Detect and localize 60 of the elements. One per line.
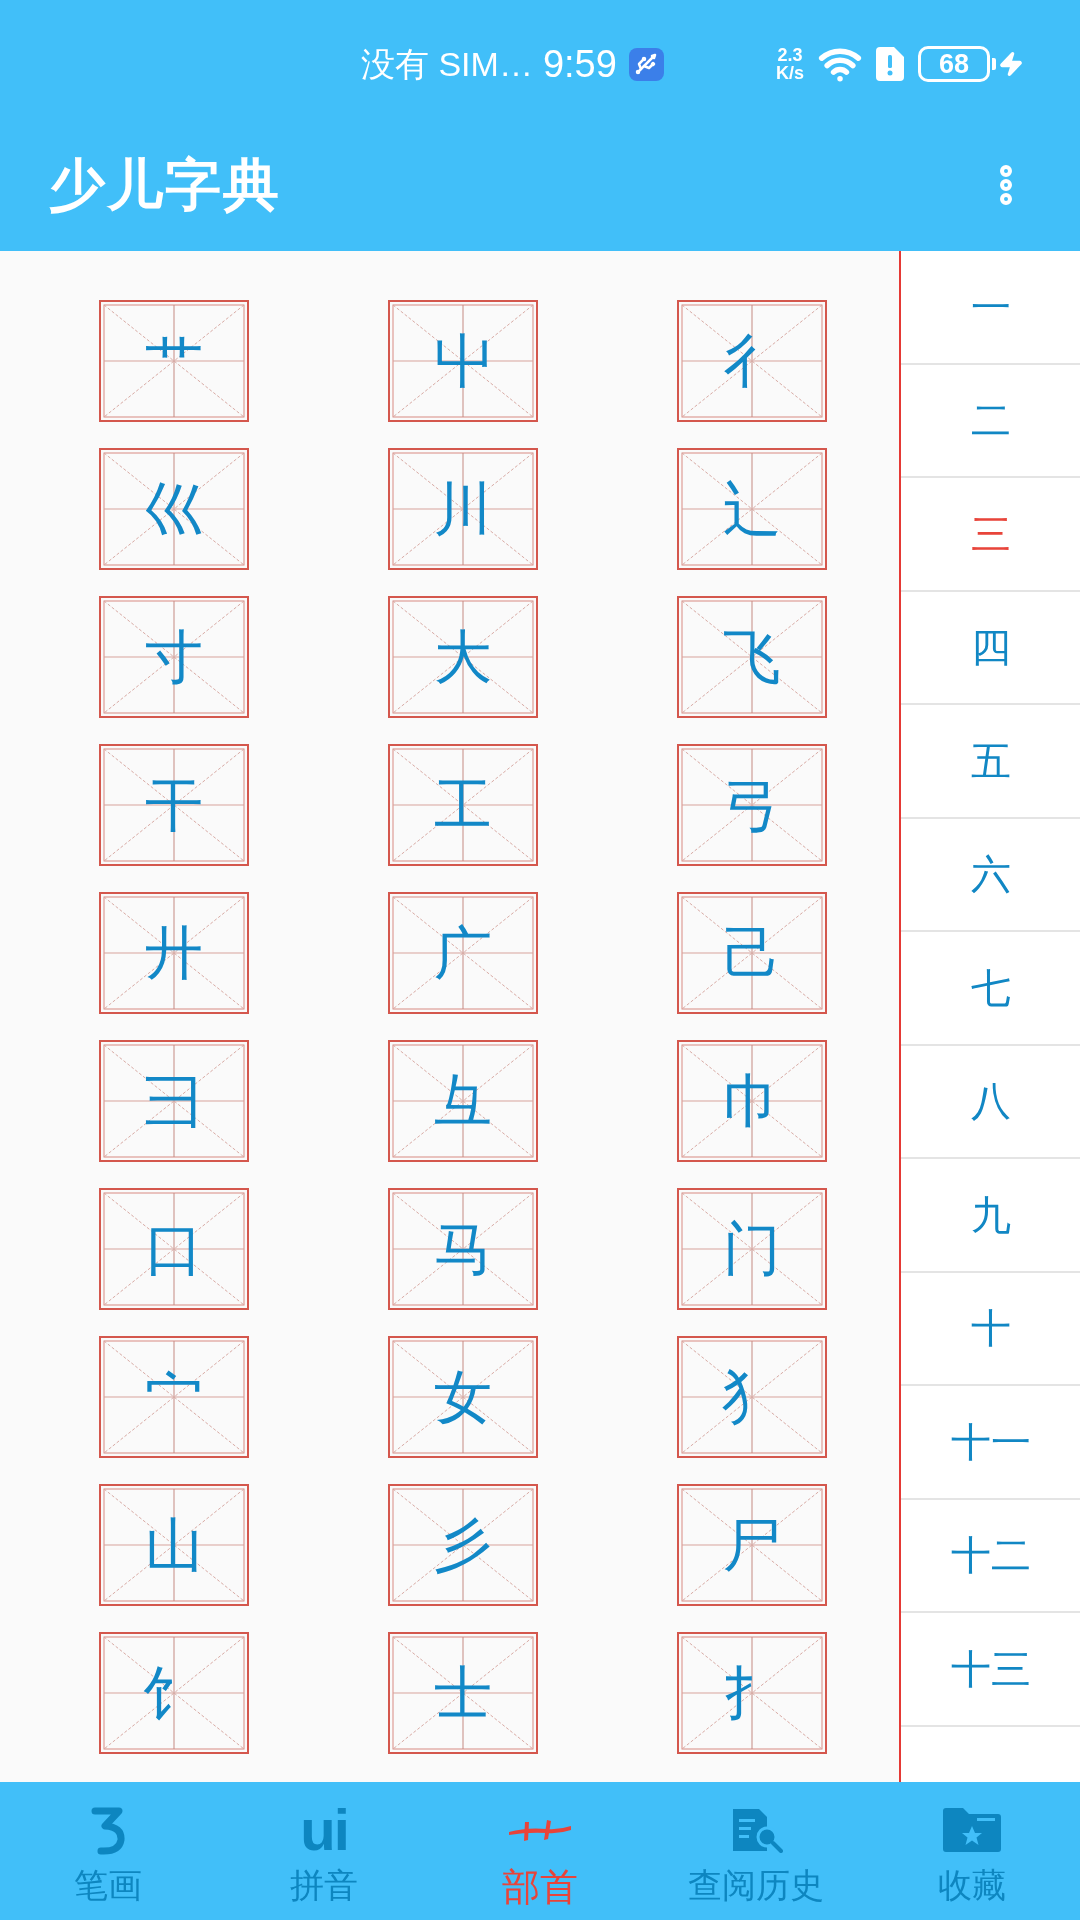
stroke-icon [89, 1805, 127, 1855]
radical-tile[interactable]: 士 [388, 1632, 538, 1754]
stroke-count-item[interactable]: 七 [901, 932, 1080, 1046]
radical-tile[interactable]: 川 [388, 448, 538, 570]
radical-tile[interactable]: 犭 [677, 1336, 827, 1458]
radical-tile[interactable]: 艹 [99, 300, 249, 422]
carrier-text: 没有 SIM… [361, 47, 533, 81]
stroke-count-item[interactable]: 十一 [901, 1386, 1080, 1500]
speed-unit: K/s [776, 64, 804, 82]
sim-alert-icon [876, 47, 904, 81]
nav-tab[interactable]: ui 拼音 [216, 1782, 432, 1920]
radical-tile[interactable]: 尸 [677, 1484, 827, 1606]
radical-tile[interactable]: 女 [388, 1336, 538, 1458]
radical-tile[interactable]: 弓 [677, 744, 827, 866]
radical-tile[interactable]: 辶 [677, 448, 827, 570]
radical-tile[interactable]: 山 [99, 1484, 249, 1606]
nav-tab[interactable]: 查阅历史 [648, 1782, 864, 1920]
nav-tab[interactable]: 笔画 [0, 1782, 216, 1920]
stroke-count-item[interactable]: 三 [901, 478, 1080, 592]
radical-tile[interactable]: 飞 [677, 596, 827, 718]
stroke-count-item[interactable]: 十三 [901, 1613, 1080, 1727]
radical-tile[interactable]: 屮 [388, 300, 538, 422]
stroke-count-item[interactable]: 五 [901, 705, 1080, 819]
radical-tile[interactable]: 饣 [99, 1632, 249, 1754]
radical-tile[interactable]: 门 [677, 1188, 827, 1310]
radical-tile[interactable]: 广 [388, 892, 538, 1014]
radical-tile[interactable]: 寸 [99, 596, 249, 718]
nav-tab[interactable]: 部首 [432, 1782, 648, 1920]
stroke-count-item[interactable]: 四 [901, 591, 1080, 705]
radical-tile[interactable]: 马 [388, 1188, 538, 1310]
star-folder-icon [941, 1807, 1003, 1853]
clock-time: 9:59 [542, 45, 617, 83]
radical-tile[interactable]: 彡 [388, 1484, 538, 1606]
stroke-count-item[interactable]: 十 [901, 1272, 1080, 1386]
stroke-count-item[interactable]: 十二 [901, 1499, 1080, 1613]
speed-value: 2.3 [777, 46, 803, 64]
app-title: 少儿字典 [49, 156, 282, 213]
usb-icon [628, 47, 664, 81]
nav-tab[interactable]: 收藏 [864, 1782, 1080, 1920]
radical-tile[interactable]: 彐 [99, 1040, 249, 1162]
radical-tile[interactable]: 干 [99, 744, 249, 866]
stroke-count-item[interactable]: 九 [901, 1159, 1080, 1273]
radical-tile[interactable]: 彳 [677, 300, 827, 422]
stroke-count-item[interactable]: 二 [901, 364, 1080, 478]
radical-tile[interactable]: 廾 [99, 892, 249, 1014]
radical-tile[interactable]: 口 [99, 1188, 249, 1310]
stroke-count-item[interactable]: 八 [901, 1045, 1080, 1159]
radical-tile[interactable]: 宀 [99, 1336, 249, 1458]
radical-tile[interactable]: 大 [388, 596, 538, 718]
radical-tile[interactable]: 巾 [677, 1040, 827, 1162]
brush-strokes-icon [507, 1818, 573, 1842]
radical-tile[interactable]: 工 [388, 744, 538, 866]
radical-tile[interactable]: 彑 [388, 1040, 538, 1162]
stroke-count-item[interactable]: 六 [901, 818, 1080, 932]
radical-tile[interactable]: 己 [677, 892, 827, 1014]
radical-tile[interactable]: 扌 [677, 1632, 827, 1754]
stroke-count-item[interactable]: 一 [901, 251, 1080, 365]
battery-indicator: 68 [918, 46, 996, 82]
pinyin-icon: ui [300, 1807, 348, 1853]
radical-tile[interactable]: 巛 [99, 448, 249, 570]
